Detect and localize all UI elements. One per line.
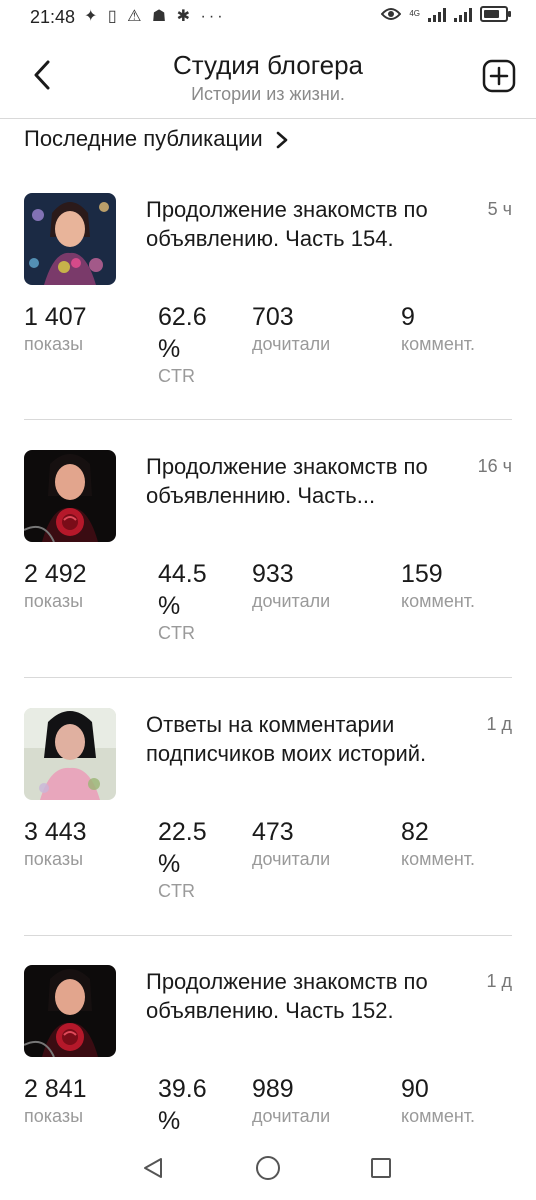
reads-stat: 703 дочитали (252, 301, 330, 355)
views-value: 1 407 (24, 303, 87, 331)
reads-label: дочитали (252, 334, 331, 354)
nav-back-icon[interactable] (141, 1156, 165, 1180)
comments-label: коммент. (401, 1106, 476, 1126)
comments-stat: 82 коммент. (401, 816, 475, 870)
add-square-icon[interactable] (482, 59, 516, 93)
nav-recents-icon[interactable] (369, 1156, 393, 1180)
page-title: Студия блогера (172, 50, 364, 80)
notification-icons: ✦ ▯ ⚠ ☗ ✱ ··· (84, 8, 226, 25)
views-value: 2 492 (24, 560, 87, 588)
reads-stat: 473 дочитали (252, 816, 330, 870)
status-bar: 21:48 ✦ ▯ ⚠ ☗ ✱ ··· 4G (0, 0, 536, 36)
post-thumbnail (24, 450, 116, 542)
comments-stat: 90 коммент. (401, 1073, 475, 1127)
ctr-stat: 44.5% CTR (158, 558, 220, 644)
ctr-stat: 62.6% CTR (158, 301, 220, 387)
reads-value: 933 (252, 560, 294, 588)
views-label: показы (24, 591, 84, 611)
reads-stat: 989 дочитали (252, 1073, 330, 1127)
comments-value: 9 (401, 303, 415, 331)
views-value: 3 443 (24, 818, 87, 846)
comments-label: коммент. (401, 591, 476, 611)
ctr-label: CTR (158, 881, 195, 901)
system-icons: 4G (381, 6, 511, 22)
divider (24, 935, 512, 936)
ctr-value: 22.5 (158, 818, 207, 846)
section-title: Последние публикации (24, 126, 263, 151)
views-stat: 2 492 показы (24, 558, 87, 612)
comments-label: коммент. (401, 849, 476, 869)
comments-value: 90 (401, 1075, 429, 1103)
comments-stat: 9 коммент. (401, 301, 475, 355)
ctr-value: 44.5 (158, 560, 207, 588)
system-nav-bar (0, 1136, 536, 1200)
views-stat: 3 443 показы (24, 816, 87, 870)
views-value: 2 841 (24, 1075, 87, 1103)
post-time: 5 ч (487, 199, 512, 219)
comments-value: 82 (401, 818, 429, 846)
signal-icon (454, 6, 472, 22)
page-subtitle: Истории из жизни. (191, 84, 345, 104)
ctr-value: 62.6 (158, 303, 207, 331)
battery-icon (480, 6, 511, 22)
views-label: показы (24, 334, 84, 354)
reads-label: дочитали (252, 849, 331, 869)
post-title: Продолжение знакомств по объявлению. Час… (146, 969, 428, 1023)
signal-icon (428, 6, 446, 22)
post-time: 1 д (486, 971, 512, 991)
post-time: 1 д (486, 714, 512, 734)
reads-value: 703 (252, 303, 294, 331)
reads-label: дочитали (252, 591, 331, 611)
app-header: Студия блогера Истории из жизни. (0, 36, 536, 119)
recent-publications-link[interactable]: Последние публикации (24, 126, 289, 152)
ctr-unit: % (158, 335, 181, 363)
ctr-unit: % (158, 592, 181, 620)
network-type: 4G (409, 9, 420, 18)
ctr-value: 39.6 (158, 1075, 207, 1103)
post-title: Продолжение знакомств по объявлению. Час… (146, 197, 428, 251)
post-thumbnail (24, 965, 116, 1057)
ctr-unit: % (158, 850, 181, 878)
reads-label: дочитали (252, 1106, 331, 1126)
post-thumbnail (24, 708, 116, 800)
views-stat: 1 407 показы (24, 301, 87, 355)
views-stat: 2 841 показы (24, 1073, 87, 1127)
eye-icon (381, 8, 402, 20)
post-title: Продолжение знакомств по объявленнию. Ча… (146, 454, 428, 508)
divider (24, 677, 512, 678)
comments-value: 159 (401, 560, 443, 588)
reads-value: 989 (252, 1075, 294, 1103)
reads-stat: 933 дочитали (252, 558, 330, 612)
views-label: показы (24, 1106, 84, 1126)
ctr-label: CTR (158, 623, 195, 643)
views-label: показы (24, 849, 84, 869)
ctr-stat: 39.6% (158, 1073, 220, 1137)
ctr-unit: % (158, 1107, 181, 1135)
nav-home-icon[interactable] (255, 1155, 281, 1181)
comments-label: коммент. (401, 334, 476, 354)
post-thumbnail (24, 193, 116, 285)
reads-value: 473 (252, 818, 294, 846)
comments-stat: 159 коммент. (401, 558, 475, 612)
post-title: Ответы на комментарии подписчиков моих и… (146, 712, 427, 766)
chevron-right-icon (276, 131, 287, 149)
ctr-label: CTR (158, 366, 195, 386)
ctr-stat: 22.5% CTR (158, 816, 220, 902)
divider (24, 419, 512, 420)
post-time: 16 ч (477, 456, 512, 476)
status-time: 21:48 (30, 7, 76, 27)
